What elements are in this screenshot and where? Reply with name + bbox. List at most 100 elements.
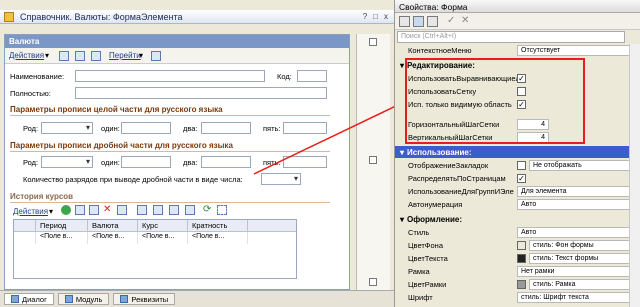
collapse-icon[interactable]: ▾ (400, 215, 404, 224)
two-field[interactable] (201, 122, 251, 134)
property-row[interactable]: ОтображениеЗакладок Не отображать (395, 159, 631, 171)
handle-icon[interactable] (369, 38, 377, 46)
column-header[interactable]: Период (36, 220, 88, 231)
close-icon[interactable]: ✕ (461, 15, 469, 26)
table-row[interactable]: <Поле в... <Поле в... <Поле в... <Поле в… (14, 232, 296, 244)
gender-select[interactable] (41, 122, 93, 134)
tab-module[interactable]: Модуль (57, 293, 110, 305)
property-row[interactable]: ЦветФона стиль: Фон формы (395, 239, 631, 251)
history-table[interactable]: Период Валюта Курс Кратность <Поле в... … (13, 219, 297, 279)
categories-icon[interactable] (413, 16, 424, 27)
handle-icon[interactable] (369, 278, 377, 286)
collapse-icon[interactable]: ▾ (400, 148, 404, 157)
section-divider (10, 202, 330, 203)
gender-select[interactable] (41, 156, 93, 168)
print-icon[interactable] (91, 51, 101, 61)
property-checkbox[interactable] (517, 160, 526, 170)
code-label: Код: (277, 72, 292, 81)
select-icon[interactable] (137, 205, 147, 215)
settings-icon[interactable] (217, 205, 227, 215)
alphabetical-icon[interactable] (427, 16, 438, 27)
help-button[interactable]: ? (363, 12, 367, 21)
property-name: ЦветРамки (408, 279, 447, 289)
property-value[interactable]: стиль: Рамка (529, 278, 631, 290)
chevron-down-icon[interactable]: ▾ (139, 51, 143, 60)
filter-off-icon[interactable] (169, 205, 179, 215)
column-header[interactable]: Кратность (188, 220, 248, 231)
property-value[interactable]: Отсутствует (517, 44, 631, 56)
group-design[interactable]: ▾ Оформление: (395, 213, 631, 225)
tab-label: Модуль (75, 294, 103, 304)
property-row[interactable]: Шрифт стиль: Шрифт текста (395, 291, 631, 303)
property-name: Автонумерация (408, 199, 463, 209)
property-name: ЦветТекста (408, 253, 448, 263)
properties-scrollbar[interactable] (629, 44, 640, 307)
table-cell: <Поле в... (138, 232, 188, 244)
property-name: Стиль (408, 227, 430, 237)
property-value[interactable]: Нет рамки (517, 265, 631, 277)
property-row[interactable]: Автонумерация Авто (395, 198, 631, 210)
refresh-icon[interactable]: ⟳ (203, 205, 213, 215)
properties-title: Свойства: Форма (395, 0, 640, 13)
name-field[interactable] (75, 70, 265, 82)
add-icon[interactable] (61, 205, 71, 215)
column-header[interactable]: Валюта (88, 220, 138, 231)
section-integer-title: Параметры прописи целой части для русско… (10, 105, 223, 114)
copy-icon[interactable] (75, 51, 85, 61)
sort-icon[interactable] (399, 16, 410, 27)
name-label: Наименование: (10, 72, 65, 81)
tab-dialog[interactable]: Диалог (4, 293, 54, 305)
property-value[interactable]: Не отображать (529, 159, 631, 171)
chevron-down-icon[interactable]: ▾ (49, 207, 53, 216)
properties-search-input[interactable]: Поиск (Ctrl+Alt+I) (397, 31, 625, 43)
property-row[interactable]: КонтекстноеМеню Отсутствует (395, 44, 631, 56)
column-header[interactable]: Курс (138, 220, 188, 231)
column-header[interactable] (14, 220, 36, 231)
code-field[interactable] (297, 70, 327, 82)
chevron-down-icon[interactable]: ▾ (45, 51, 49, 60)
two-label: два: (183, 124, 198, 133)
goto-menu[interactable]: Перейти (109, 51, 141, 60)
tab-attributes[interactable]: Реквизиты (113, 293, 176, 305)
property-value[interactable]: Авто (517, 198, 631, 210)
history-title: История курсов (10, 192, 74, 201)
property-row[interactable]: ИспользованиеДляГруппИЭле Для элемента (395, 185, 631, 197)
one-field[interactable] (121, 122, 171, 134)
two-field[interactable] (201, 156, 251, 168)
collapse-icon[interactable]: ▾ (400, 61, 404, 70)
gender-label: Род: (23, 124, 39, 133)
property-checkbox[interactable]: ✓ (517, 173, 526, 183)
property-name: Рамка (408, 266, 430, 276)
property-value[interactable]: Авто (517, 226, 631, 238)
property-value[interactable]: Для элемента (517, 185, 631, 197)
property-value[interactable]: стиль: Текст формы (529, 252, 631, 264)
property-name: Шрифт (408, 292, 433, 302)
color-swatch (517, 279, 526, 289)
property-row[interactable]: ЦветРамки стиль: Рамка (395, 278, 631, 290)
filter-icon[interactable] (153, 205, 163, 215)
post-icon[interactable] (117, 205, 127, 215)
history-actions-menu[interactable]: Действия (13, 207, 48, 216)
property-value[interactable]: стиль: Фон формы (529, 239, 631, 251)
property-row[interactable]: РаспределятьПоСтраницам ✓ (395, 172, 631, 184)
section-fraction-title: Параметры прописи дробной части для русс… (10, 141, 233, 150)
delete-icon[interactable]: ✕ (103, 205, 113, 215)
edit-icon[interactable] (89, 205, 99, 215)
property-row[interactable]: Стиль Авто (395, 226, 631, 238)
save-icon[interactable] (59, 51, 69, 61)
property-row[interactable]: Рамка Нет рамки (395, 265, 631, 277)
table-cell: <Поле в... (88, 232, 138, 244)
close-button[interactable]: x (384, 12, 388, 21)
property-value[interactable]: стиль: Шрифт текста (517, 291, 631, 303)
check-icon[interactable]: ✓ (447, 15, 455, 26)
property-row[interactable]: ЦветТекста стиль: Текст формы (395, 252, 631, 264)
group-usage[interactable]: ▾ Использование: (395, 146, 631, 158)
actions-menu[interactable]: Действия (9, 51, 44, 60)
copy-icon[interactable] (75, 205, 85, 215)
digits-label: Количество разрядов при выводе дробной ч… (23, 175, 243, 184)
help-icon[interactable] (151, 51, 161, 61)
one-field[interactable] (121, 156, 171, 168)
filter-list-icon[interactable] (185, 205, 195, 215)
two-label: два: (183, 158, 198, 167)
maximize-button[interactable]: □ (373, 12, 378, 21)
